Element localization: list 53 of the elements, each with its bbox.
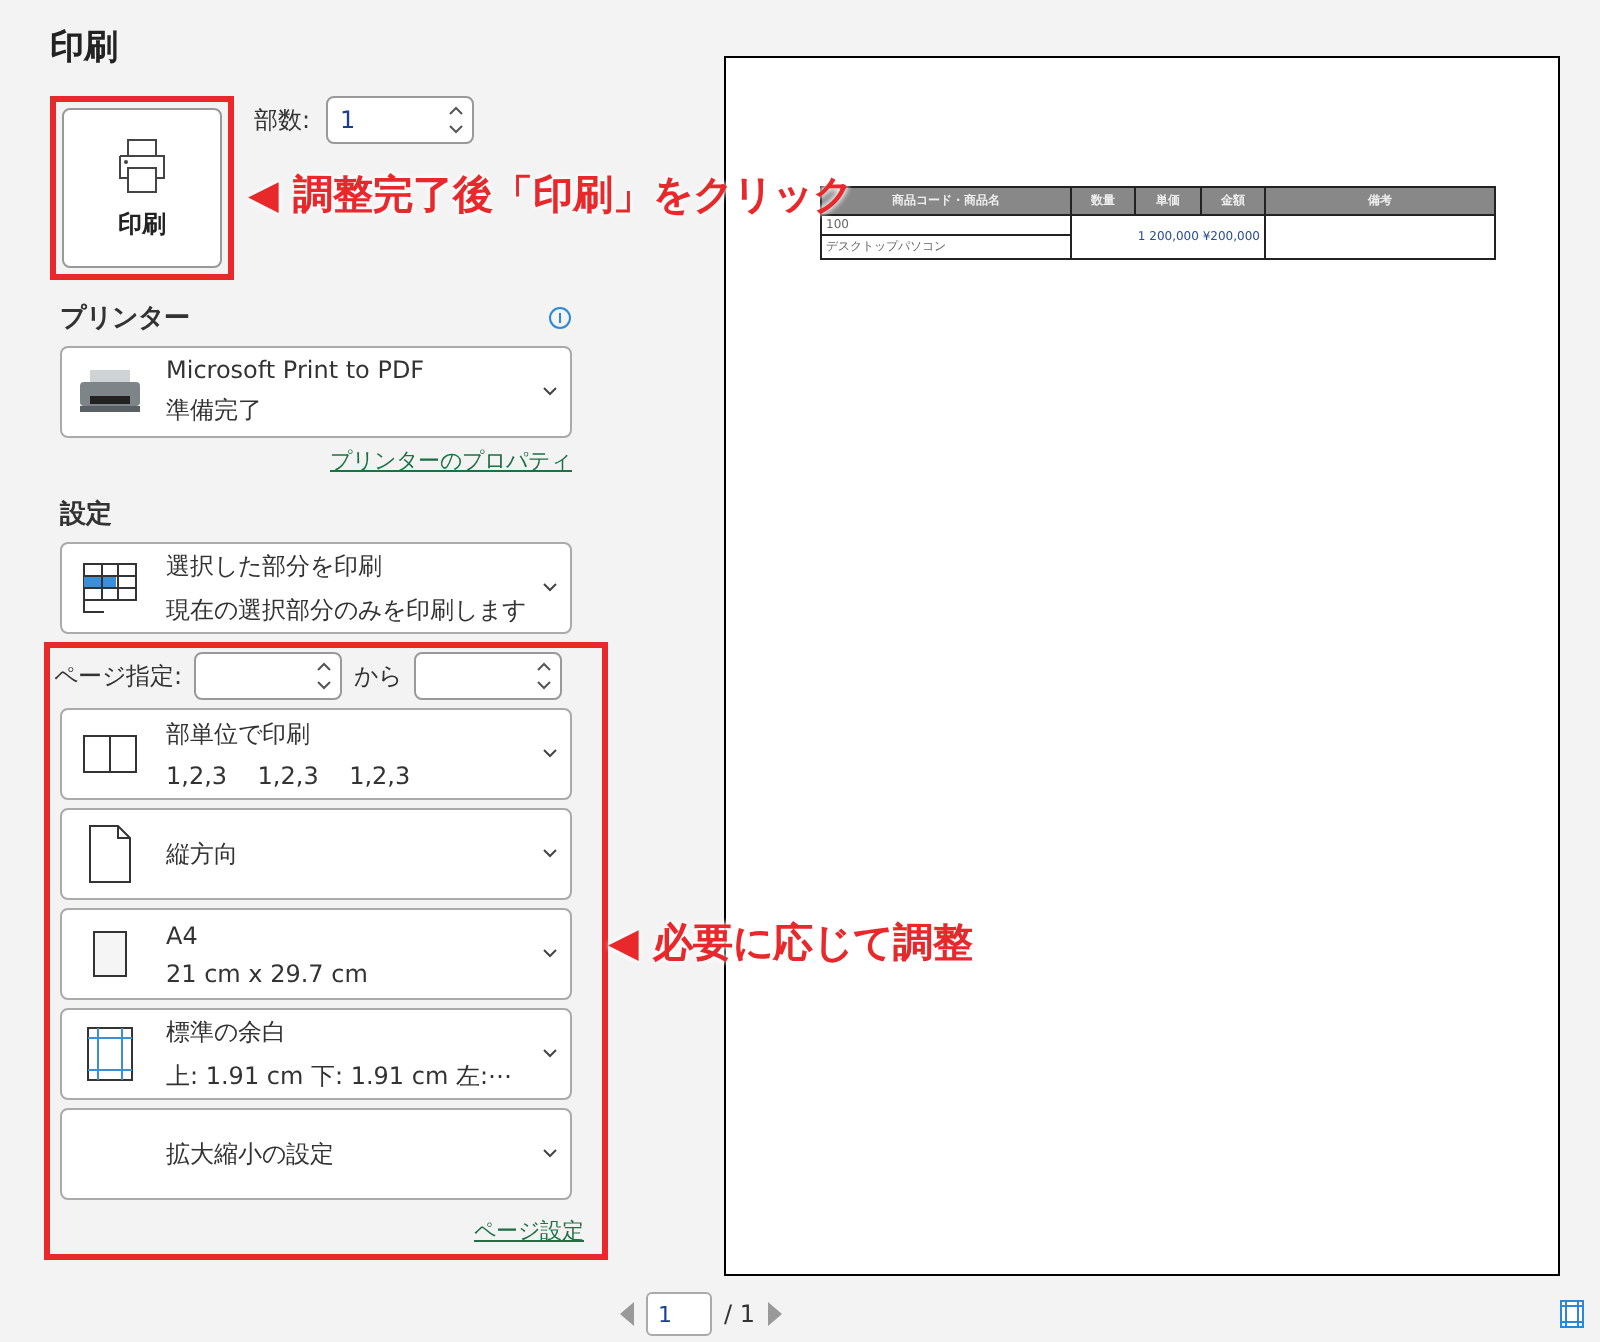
chevron-icon [542,386,558,398]
chevron-icon [542,582,558,594]
page-number-field[interactable]: 1 [646,1292,712,1336]
printer-status: 準備完了 [166,394,264,428]
chevron-icon [542,948,558,960]
chevron-icon [542,1048,558,1060]
chevron-icon [542,848,558,860]
printer-properties-link[interactable]: プリンターのプロパティ [330,446,572,476]
option-detail: 現在の選択部分のみを印刷します [166,593,528,627]
print-button[interactable]: 印刷 [62,108,222,268]
margins-icon [86,1026,134,1082]
spinner-arrows-icon [316,658,333,694]
portrait-page-icon [88,824,132,884]
option-title: 選択した部分を印刷 [166,549,384,583]
chevron-icon [542,748,558,760]
printer-dropdown[interactable]: Microsoft Print to PDF 準備完了 [60,346,572,438]
setting-dropdown[interactable]: 標準の余白 上: 1.91 cm 下: 1.91 cm 左:⋯ [60,1008,572,1100]
printer-icon [78,368,142,416]
section-heading: 設定 [60,497,112,532]
page-total: / 1 [724,1300,755,1328]
two-pages-icon [82,734,138,774]
option-title: 部単位で印刷 [166,718,312,752]
show-margins-icon[interactable] [1560,1300,1584,1328]
copies-field[interactable]: 1 [326,96,475,144]
spinner-arrows-icon [448,102,465,138]
spinner-arrows-icon [536,658,553,694]
option-detail: 上: 1.91 cm 下: 1.91 cm 左:⋯ [166,1059,515,1093]
copies-label: 部数: [254,103,311,137]
option-detail: 21 cm x 29.7 cm [166,959,370,987]
previous-page-icon[interactable] [620,1302,634,1326]
page-setup-link[interactable]: ページ設定 [474,1216,584,1246]
grid-selection-icon [82,562,138,614]
next-page-icon[interactable] [767,1302,781,1326]
option-title: 標準の余白 [166,1015,288,1049]
setting-dropdown[interactable]: 縦方向 [60,808,572,900]
chevron-icon [542,1148,558,1160]
setting-dropdown[interactable]: A4 21 cm x 29.7 cm [60,908,572,1000]
option-title: 縦方向 [166,837,240,871]
page-to-field[interactable] [414,652,563,700]
option-title: 拡大縮小の設定 [166,1137,336,1171]
page-title: 印刷 [50,26,120,70]
print-area-dropdown[interactable]: 選択した部分を印刷 現在の選択部分のみを印刷します [60,542,572,634]
info-icon[interactable] [548,306,572,330]
range-separator: から [354,659,403,693]
page-range-label: ページ指定: [54,659,183,693]
printer-name: Microsoft Print to PDF [166,356,427,384]
option-detail: 1,2,3 1,2,3 1,2,3 [166,762,413,790]
setting-dropdown[interactable]: 拡大縮小の設定 [60,1108,572,1200]
option-title: A4 [166,921,200,949]
section-heading: プリンター [60,301,190,336]
setting-dropdown[interactable]: 部単位で印刷 1,2,3 1,2,3 1,2,3 [60,708,572,800]
page-from-field[interactable] [194,652,343,700]
paper-icon [92,930,128,978]
